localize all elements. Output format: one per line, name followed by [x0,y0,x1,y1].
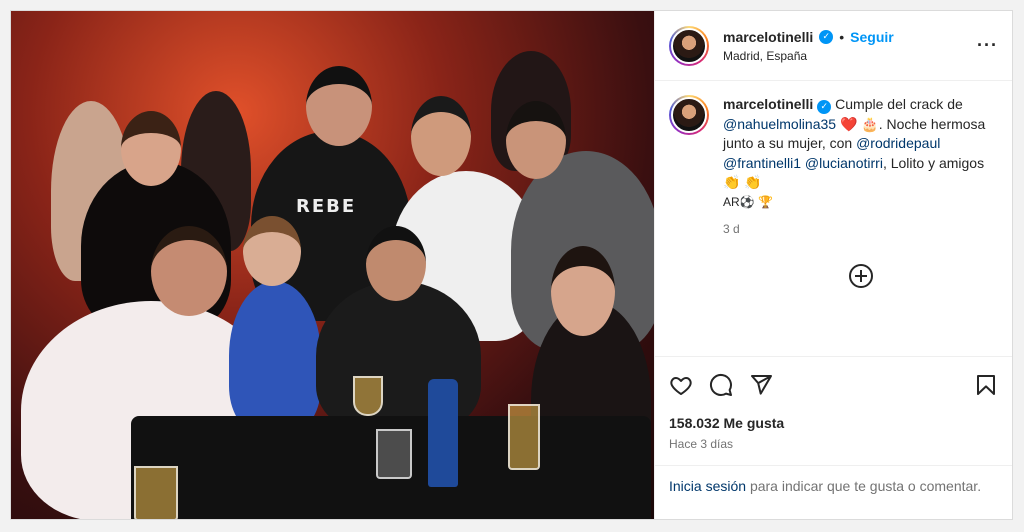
cake-emoji: 🎂 [861,115,879,132]
person-kid [229,281,321,431]
person-woman-left-head [121,111,181,186]
post-side-panel: marcelotinelli ✓ • Seguir Madrid, España… [654,11,1012,519]
login-link[interactable]: Inicia sesión [669,478,746,494]
login-prompt: Inicia sesión para indicar que te gusta … [655,465,1012,506]
person-kid-head [243,216,301,286]
mention-link[interactable]: @rodridepaul [856,135,940,151]
caption-username[interactable]: marcelotinelli [723,96,813,112]
bookmark-icon[interactable] [974,373,998,397]
clap-emoji: 👏 👏 [723,174,762,190]
caption-section: marcelotinelli ✓ Cumple del crack de @nah… [655,81,1012,356]
glass-right [508,404,540,470]
actions-section: 158.032 Me gusta Hace 3 días [655,356,1012,451]
caption-text-1: Cumple del crack de [835,96,963,112]
mention-link[interactable]: @lucianotirri [805,155,883,171]
bottle-blue [428,379,458,487]
action-icons [669,369,998,401]
caption-avatar[interactable] [669,95,709,135]
more-icon[interactable]: ··· [977,35,998,56]
mention-link[interactable]: @frantinelli1 [723,155,801,171]
heart-emoji: ❤️ [839,115,858,132]
person-front-left-head [151,226,227,316]
shirt-text: REBE [296,196,357,217]
verified-icon: ✓ [819,29,834,44]
country-emoji: AR⚽ 🏆 [723,194,773,209]
person-white-tee-head [411,96,471,176]
glass-water [376,429,412,479]
post-photo[interactable]: REBE [11,11,654,519]
person-grey-hoodie-head [506,101,566,179]
username-link[interactable]: marcelotinelli [723,29,813,45]
post-header: marcelotinelli ✓ • Seguir Madrid, España… [655,11,1012,81]
comment-icon[interactable] [709,373,733,397]
caption-avatar-image [671,97,707,133]
person-cap-man-head [306,66,372,146]
header-info: marcelotinelli ✓ • Seguir Madrid, España [723,29,977,63]
likes-count[interactable]: 158.032 Me gusta [669,415,998,431]
heart-icon[interactable] [669,373,693,397]
avatar[interactable] [669,25,709,66]
login-prompt-text: para indicar que te gusta o comentar. [749,478,982,494]
post-date[interactable]: Hace 3 días [669,437,998,451]
location-link[interactable]: Madrid, España [723,49,977,63]
separator-dot: • [839,28,845,45]
follow-button[interactable]: Seguir [850,29,894,45]
caption-time[interactable]: 3 d [723,220,998,240]
caption-text: marcelotinelli ✓ Cumple del crack de @nah… [723,95,998,356]
person-center-head [366,226,426,301]
header-row: marcelotinelli ✓ • Seguir [723,29,977,45]
add-comment-icon[interactable] [848,263,873,288]
person-woman-right-head [551,246,615,336]
glass-wine [353,376,383,416]
mention-link[interactable]: @nahuelmolina35 [723,116,836,132]
caption-text-3: , Lolito y amigos [882,154,985,171]
share-icon[interactable] [749,373,773,397]
verified-icon: ✓ [817,99,832,114]
glass-left [134,466,178,519]
instagram-post: REBE marcelotinelli ✓ • Seguir Madrid, E… [10,10,1013,520]
avatar-image [671,27,707,64]
